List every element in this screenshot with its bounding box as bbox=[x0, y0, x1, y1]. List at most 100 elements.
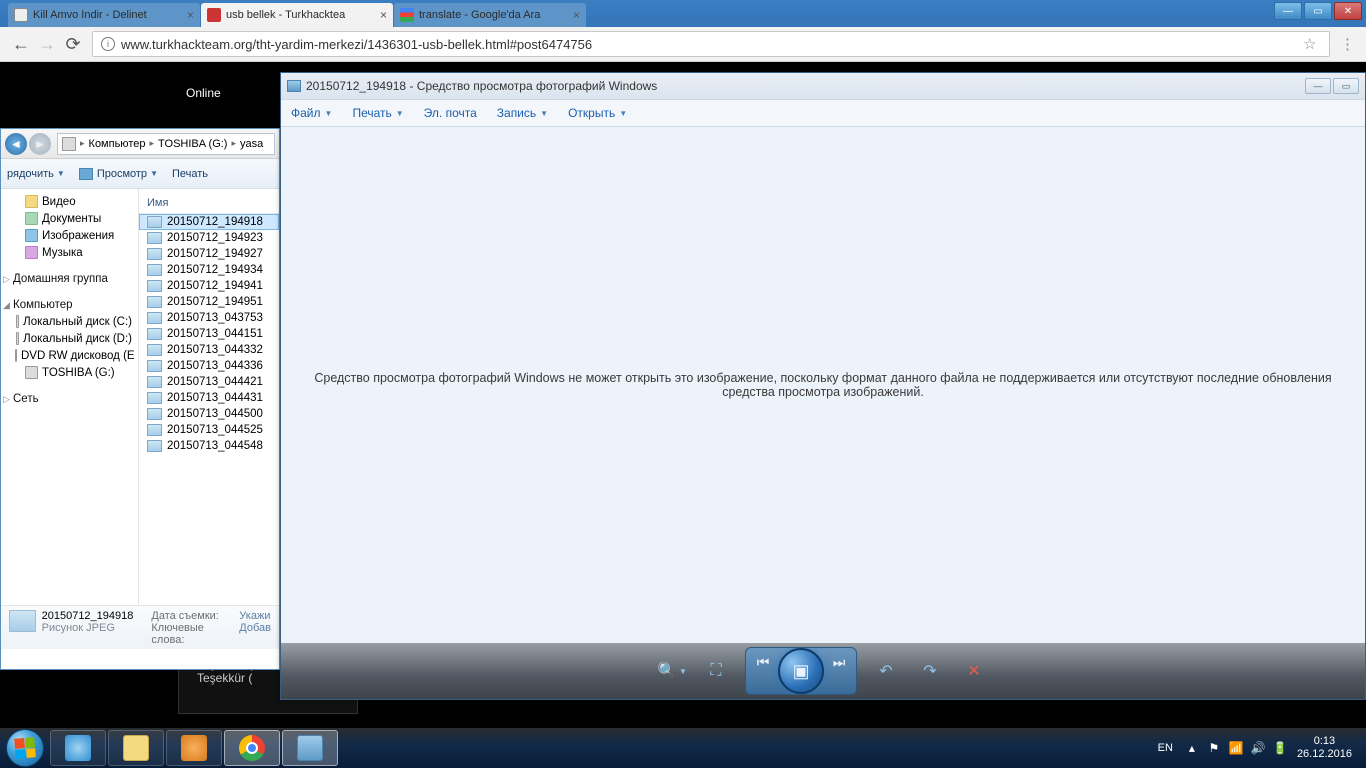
tree-drive-d[interactable]: Локальный диск (D:) bbox=[1, 330, 138, 347]
chrome-menu-icon[interactable]: ⋮ bbox=[1340, 35, 1358, 53]
minimize-button[interactable]: — bbox=[1305, 78, 1331, 94]
computer-icon bbox=[62, 137, 76, 151]
menu-open[interactable]: Открыть▼ bbox=[568, 106, 627, 120]
back-button[interactable]: ← bbox=[8, 31, 34, 57]
file-row[interactable]: 20150713_044548 bbox=[139, 438, 279, 454]
file-row[interactable]: 20150713_044421 bbox=[139, 374, 279, 390]
file-name: 20150713_044431 bbox=[167, 392, 263, 404]
file-row[interactable]: 20150713_044151 bbox=[139, 326, 279, 342]
breadcrumb-seg[interactable]: Компьютер bbox=[86, 138, 149, 150]
explorer-forward-button[interactable]: ► bbox=[29, 133, 51, 155]
tree-pictures[interactable]: Изображения bbox=[1, 227, 138, 244]
forward-button[interactable]: → bbox=[34, 31, 60, 57]
file-row[interactable]: 20150713_044500 bbox=[139, 406, 279, 422]
minimize-button[interactable]: — bbox=[1274, 2, 1302, 20]
chrome-icon bbox=[239, 735, 265, 761]
file-name: 20150712_194923 bbox=[167, 232, 263, 244]
file-row[interactable]: 20150712_194941 bbox=[139, 278, 279, 294]
language-indicator[interactable]: EN bbox=[1158, 742, 1173, 754]
taskbar-photoviewer[interactable] bbox=[282, 730, 338, 766]
tree-documents[interactable]: Документы bbox=[1, 210, 138, 227]
file-row[interactable]: 20150713_044336 bbox=[139, 358, 279, 374]
file-name: 20150713_044151 bbox=[167, 328, 263, 340]
clock[interactable]: 0:13 26.12.2016 bbox=[1297, 735, 1352, 761]
photoviewer-titlebar[interactable]: 20150712_194918 - Средство просмотра фот… bbox=[281, 73, 1365, 99]
column-header-name[interactable]: Имя bbox=[139, 193, 279, 214]
start-button[interactable] bbox=[6, 729, 44, 767]
explorer-breadcrumb[interactable]: ▸ Компьютер ▸ TOSHIBA (G:) ▸ yasa bbox=[57, 133, 275, 155]
image-thumbnail-icon bbox=[147, 248, 162, 260]
chrome-toolbar: ← → ⟳ i www.turkhackteam.org/tht-yardim-… bbox=[0, 27, 1366, 62]
tree-music[interactable]: Музыка bbox=[1, 244, 138, 261]
favicon-icon bbox=[207, 8, 221, 22]
tab-close-icon[interactable]: × bbox=[573, 8, 580, 22]
maximize-button[interactable]: ▭ bbox=[1304, 2, 1332, 20]
tree-drive-toshiba[interactable]: TOSHIBA (G:) bbox=[1, 364, 138, 381]
menu-print[interactable]: Печать▼ bbox=[352, 106, 403, 120]
menu-burn[interactable]: Запись▼ bbox=[497, 106, 548, 120]
breadcrumb-seg[interactable]: yasa bbox=[237, 138, 266, 150]
print-menu[interactable]: Печать bbox=[172, 168, 208, 180]
taskbar-ie[interactable] bbox=[50, 730, 106, 766]
network-icon[interactable]: 📶 bbox=[1228, 740, 1244, 756]
site-info-icon[interactable]: i bbox=[101, 37, 115, 51]
rotate-cw-button[interactable]: ↷ bbox=[915, 656, 945, 686]
browser-tab-2[interactable]: translate - Google'da Ara × bbox=[394, 3, 586, 27]
bookmark-star-icon[interactable]: ☆ bbox=[1303, 35, 1321, 53]
tree-network[interactable]: ▷Сеть bbox=[1, 391, 138, 407]
file-row[interactable]: 20150712_194927 bbox=[139, 246, 279, 262]
browser-tab-0[interactable]: Kill Amvo İndir - Delinet × bbox=[8, 3, 200, 27]
volume-icon[interactable]: 🔊 bbox=[1250, 740, 1266, 756]
browser-tab-1[interactable]: usb bellek - Turkhacktea × bbox=[201, 3, 393, 27]
actual-size-button[interactable]: ⛶ bbox=[701, 656, 731, 686]
tree-computer[interactable]: ◢Компьютер bbox=[1, 297, 138, 313]
error-message: Средство просмотра фотографий Windows не… bbox=[301, 371, 1345, 399]
breadcrumb-seg[interactable]: TOSHIBA (G:) bbox=[155, 138, 230, 150]
details-tags-value[interactable]: Добав bbox=[239, 622, 271, 634]
tray-arrow-icon[interactable]: ▴ bbox=[1184, 740, 1200, 756]
online-label: Online bbox=[186, 86, 221, 100]
file-row[interactable]: 20150712_194951 bbox=[139, 294, 279, 310]
action-center-icon[interactable]: ⚑ bbox=[1206, 740, 1222, 756]
reload-button[interactable]: ⟳ bbox=[60, 31, 86, 57]
delete-icon: ✕ bbox=[967, 661, 980, 681]
file-row[interactable]: 20150713_043753 bbox=[139, 310, 279, 326]
file-name: 20150713_043753 bbox=[167, 312, 263, 324]
file-name: 20150713_044421 bbox=[167, 376, 263, 388]
maximize-button[interactable]: ▭ bbox=[1333, 78, 1359, 94]
delete-button[interactable]: ✕ bbox=[959, 656, 989, 686]
tree-drive-dvd[interactable]: DVD RW дисковод (E bbox=[1, 347, 138, 364]
details-date-value[interactable]: Укажи bbox=[239, 610, 271, 622]
clock-date: 26.12.2016 bbox=[1297, 748, 1352, 761]
prev-button[interactable]: ⏮ bbox=[746, 648, 780, 676]
rotate-ccw-button[interactable]: ↶ bbox=[871, 656, 901, 686]
close-button[interactable]: ✕ bbox=[1334, 2, 1362, 20]
tree-homegroup[interactable]: ▷Домашняя группа bbox=[1, 271, 138, 287]
file-row[interactable]: 20150712_194934 bbox=[139, 262, 279, 278]
file-row[interactable]: 20150713_044332 bbox=[139, 342, 279, 358]
explorer-back-button[interactable]: ◄ bbox=[5, 133, 27, 155]
file-name: 20150713_044548 bbox=[167, 440, 263, 452]
image-thumbnail-icon bbox=[147, 408, 162, 420]
menu-file[interactable]: Файл▼ bbox=[291, 106, 332, 120]
file-row[interactable]: 20150713_044431 bbox=[139, 390, 279, 406]
tree-videos[interactable]: Видео bbox=[1, 193, 138, 210]
menu-email[interactable]: Эл. почта bbox=[424, 106, 477, 120]
file-row[interactable]: 20150712_194918 bbox=[139, 214, 279, 230]
file-row[interactable]: 20150712_194923 bbox=[139, 230, 279, 246]
file-row[interactable]: 20150713_044525 bbox=[139, 422, 279, 438]
slideshow-button[interactable]: ▣ bbox=[778, 648, 824, 694]
zoom-button[interactable]: 🔍▼ bbox=[657, 656, 687, 686]
address-bar[interactable]: i www.turkhackteam.org/tht-yardim-merkez… bbox=[92, 31, 1330, 57]
organize-menu[interactable]: рядочить▼ bbox=[7, 168, 65, 180]
tree-drive-c[interactable]: Локальный диск (C:) bbox=[1, 313, 138, 330]
view-menu[interactable]: Просмотр▼ bbox=[79, 168, 158, 180]
taskbar-explorer[interactable] bbox=[108, 730, 164, 766]
next-button[interactable]: ⏭ bbox=[822, 648, 856, 676]
taskbar-chrome[interactable] bbox=[224, 730, 280, 766]
tab-close-icon[interactable]: × bbox=[187, 8, 194, 22]
taskbar-wmp[interactable] bbox=[166, 730, 222, 766]
tab-close-icon[interactable]: × bbox=[380, 8, 387, 22]
image-thumbnail-icon bbox=[147, 360, 162, 372]
battery-icon[interactable]: 🔋 bbox=[1272, 740, 1288, 756]
